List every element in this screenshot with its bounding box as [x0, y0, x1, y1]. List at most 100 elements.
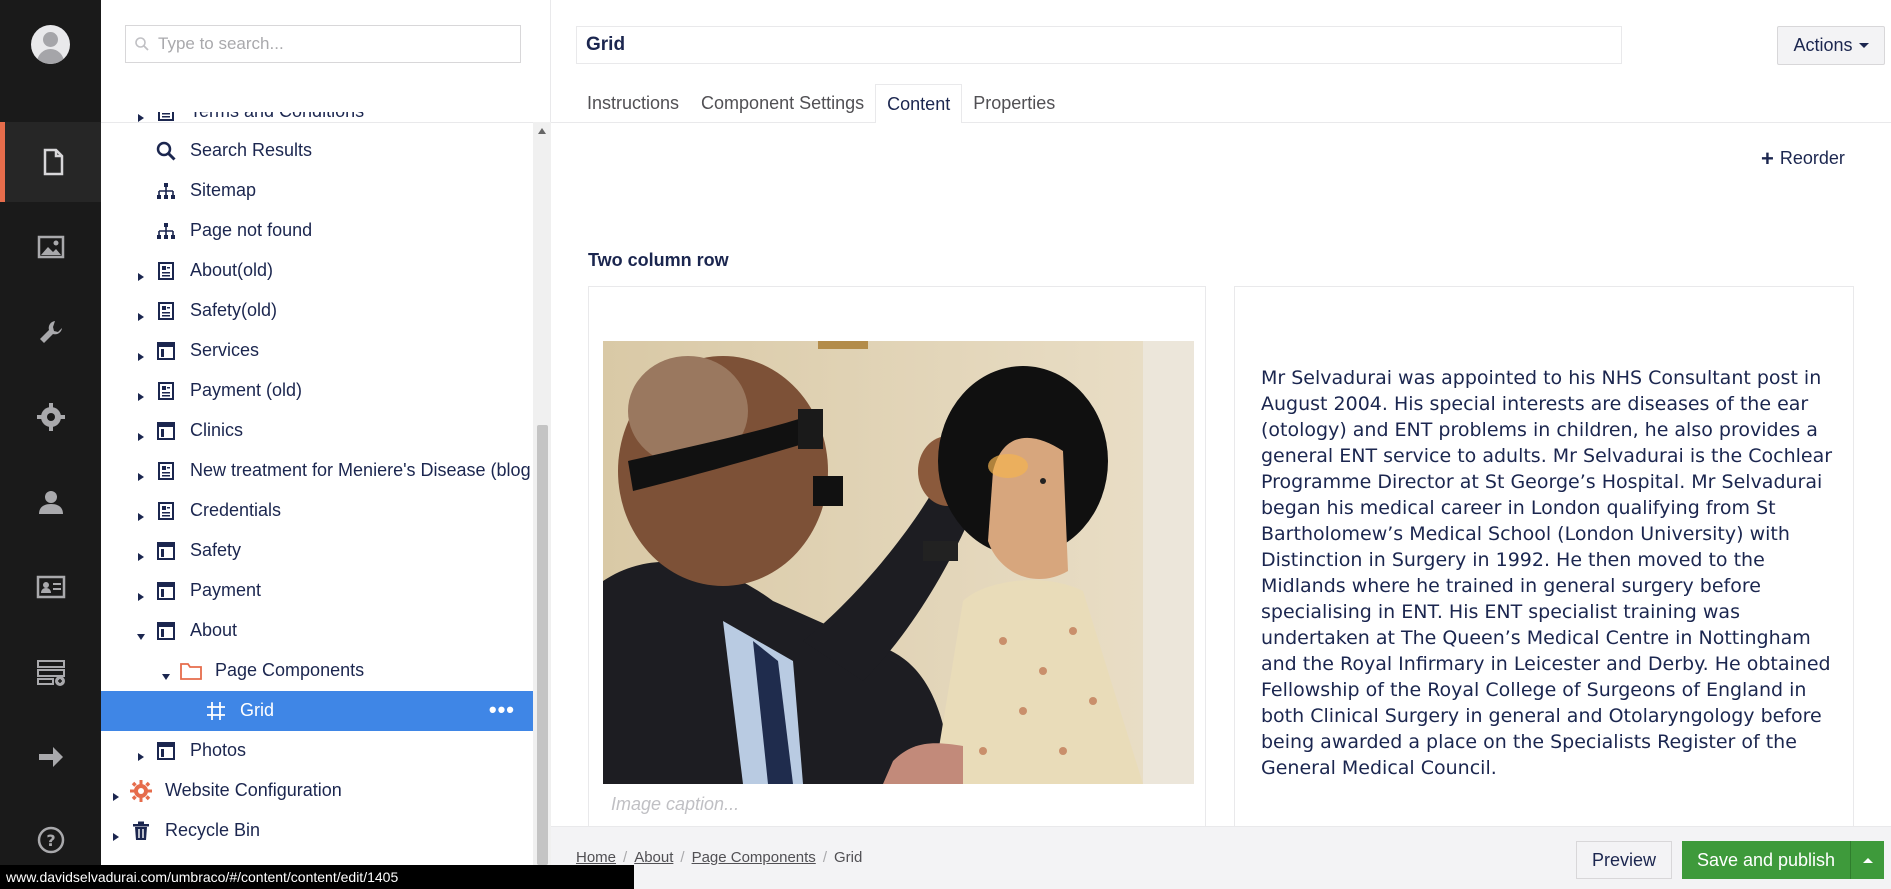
tree-search[interactable] — [125, 25, 521, 63]
caret-right-icon[interactable] — [136, 266, 146, 281]
tree-node[interactable]: About(old) — [101, 251, 533, 291]
tree-node-label: Payment (old) — [190, 380, 303, 400]
preview-button[interactable]: Preview — [1576, 841, 1672, 879]
doctor-photo[interactable] — [603, 341, 1194, 784]
layout-icon — [155, 540, 177, 562]
tree-node[interactable]: About — [101, 611, 533, 651]
tree-node-label: Recycle Bin — [165, 820, 261, 840]
layout-icon — [155, 740, 177, 762]
tree-scrollbar[interactable] — [533, 122, 551, 865]
caret-right-icon[interactable] — [136, 346, 146, 361]
caret-down-icon[interactable] — [136, 626, 146, 640]
caret-right-icon[interactable] — [136, 426, 146, 441]
users-section-icon[interactable] — [0, 462, 101, 542]
tree-node-label: Services — [190, 340, 260, 360]
tree-node[interactable]: Recycle Bin — [101, 811, 533, 851]
reorder-button[interactable]: + Reorder — [1761, 147, 1845, 169]
tree-node[interactable]: Photos — [101, 731, 533, 771]
tree-node-label: Grid — [240, 700, 275, 720]
reorder-label: Reorder — [1779, 148, 1845, 168]
section-rail: ? — [0, 0, 101, 889]
tree-node[interactable]: Clinics — [101, 411, 533, 451]
more-options-icon[interactable]: ••• — [489, 699, 515, 721]
tree-node[interactable]: Page Components — [101, 651, 533, 691]
caret-down-icon[interactable] — [161, 666, 171, 680]
tab-instructions[interactable]: Instructions — [576, 84, 690, 123]
search-icon — [155, 140, 177, 162]
tree-node[interactable]: Services — [101, 331, 533, 371]
caret-right-icon[interactable] — [136, 112, 146, 122]
trash-icon — [130, 820, 152, 842]
caret-right-icon[interactable] — [111, 826, 121, 841]
caret-right-icon[interactable] — [136, 746, 146, 761]
tab-content[interactable]: Content — [875, 84, 963, 124]
editor-content: + Reorder Two column row Image caption..… — [551, 123, 1891, 826]
breadcrumb-item[interactable]: Page Components — [692, 849, 816, 866]
gear-icon — [130, 780, 152, 802]
media-section-icon[interactable] — [0, 207, 101, 287]
tree-node[interactable]: Credentials — [101, 491, 533, 531]
breadcrumb-item: Grid — [833, 849, 863, 866]
publish-options-toggle[interactable] — [1851, 841, 1884, 879]
editor-header: Actions InstructionsComponent SettingsCo… — [551, 0, 1891, 124]
scrollbar-thumb[interactable] — [537, 425, 548, 865]
actions-button[interactable]: Actions — [1777, 26, 1885, 65]
sitemap-icon — [155, 220, 177, 242]
forms-section-icon[interactable] — [0, 632, 101, 712]
tree-node[interactable]: Search Results — [101, 131, 533, 171]
document-icon — [155, 460, 177, 482]
tree-node[interactable]: Sitemap — [101, 171, 533, 211]
content-section-icon[interactable] — [0, 122, 101, 202]
caret-right-icon[interactable] — [136, 506, 146, 521]
search-input[interactable] — [150, 34, 510, 54]
browser-status-url: www.davidselvadurai.com/umbraco/#/conten… — [0, 865, 634, 889]
publish-button-group: Save and publish — [1682, 841, 1884, 879]
caret-right-icon[interactable] — [136, 586, 146, 601]
breadcrumb-separator: / — [680, 849, 685, 866]
document-icon — [155, 500, 177, 522]
members-section-icon[interactable] — [0, 547, 101, 627]
node-name-input[interactable] — [576, 26, 1622, 64]
rich-text-content[interactable]: Mr Selvadurai was appointed to his NHS C… — [1261, 365, 1836, 781]
tree-node-label: Page not found — [190, 220, 313, 240]
tree-node[interactable]: Safety — [101, 531, 533, 571]
tree-node[interactable]: Page not found — [101, 211, 533, 251]
tree-node[interactable]: Grid ••• — [101, 691, 533, 731]
tree-node-label: Search Results — [190, 140, 313, 160]
tab-component-settings[interactable]: Component Settings — [690, 84, 875, 123]
image-caption-input[interactable]: Image caption... — [611, 794, 739, 815]
breadcrumb: Home / About / Page Components / Grid — [576, 849, 862, 866]
tab-properties[interactable]: Properties — [962, 84, 1066, 123]
breadcrumb-item[interactable]: About — [634, 849, 673, 866]
caret-right-icon[interactable] — [136, 466, 146, 481]
tree-node[interactable]: New treatment for Meniere's Disease (blo… — [101, 451, 533, 491]
tree-node[interactable]: Website Configuration — [101, 771, 533, 811]
settings-section-icon[interactable] — [0, 292, 101, 372]
folder-icon — [180, 660, 202, 682]
grid-cell-right[interactable]: Mr Selvadurai was appointed to his NHS C… — [1234, 286, 1854, 826]
redirect-section-icon[interactable] — [0, 717, 101, 797]
save-and-publish-button[interactable]: Save and publish — [1682, 841, 1851, 879]
breadcrumb-separator: / — [623, 849, 628, 866]
breadcrumb-item[interactable]: Home — [576, 849, 616, 866]
tree-node-label: Sitemap — [190, 180, 257, 200]
editor-tabs: Instructions Component Settings Content Pro… — [576, 84, 1066, 124]
svg-text:?: ? — [46, 831, 55, 850]
caret-right-icon[interactable] — [136, 386, 146, 401]
tree-node-label: Credentials — [190, 500, 282, 520]
caret-right-icon[interactable] — [136, 546, 146, 561]
user-avatar[interactable] — [31, 25, 70, 64]
caret-right-icon[interactable] — [136, 306, 146, 321]
developer-section-icon[interactable] — [0, 377, 101, 457]
editor-footer: Home / About / Page Components / Grid Preview … — [551, 826, 1891, 889]
document-icon — [155, 300, 177, 322]
tree-node[interactable]: Safety(old) — [101, 291, 533, 331]
sitemap-icon — [155, 180, 177, 202]
tree-node-label: Terms and Conditions — [190, 112, 364, 122]
tree-node-label: Website Configuration — [165, 780, 342, 800]
tree-node[interactable]: Payment — [101, 571, 533, 611]
tree-node[interactable]: Terms and Conditions — [101, 112, 533, 132]
grid-cell-left[interactable]: Image caption... — [588, 286, 1206, 826]
tree-node[interactable]: Payment (old) — [101, 371, 533, 411]
caret-right-icon[interactable] — [111, 786, 121, 801]
